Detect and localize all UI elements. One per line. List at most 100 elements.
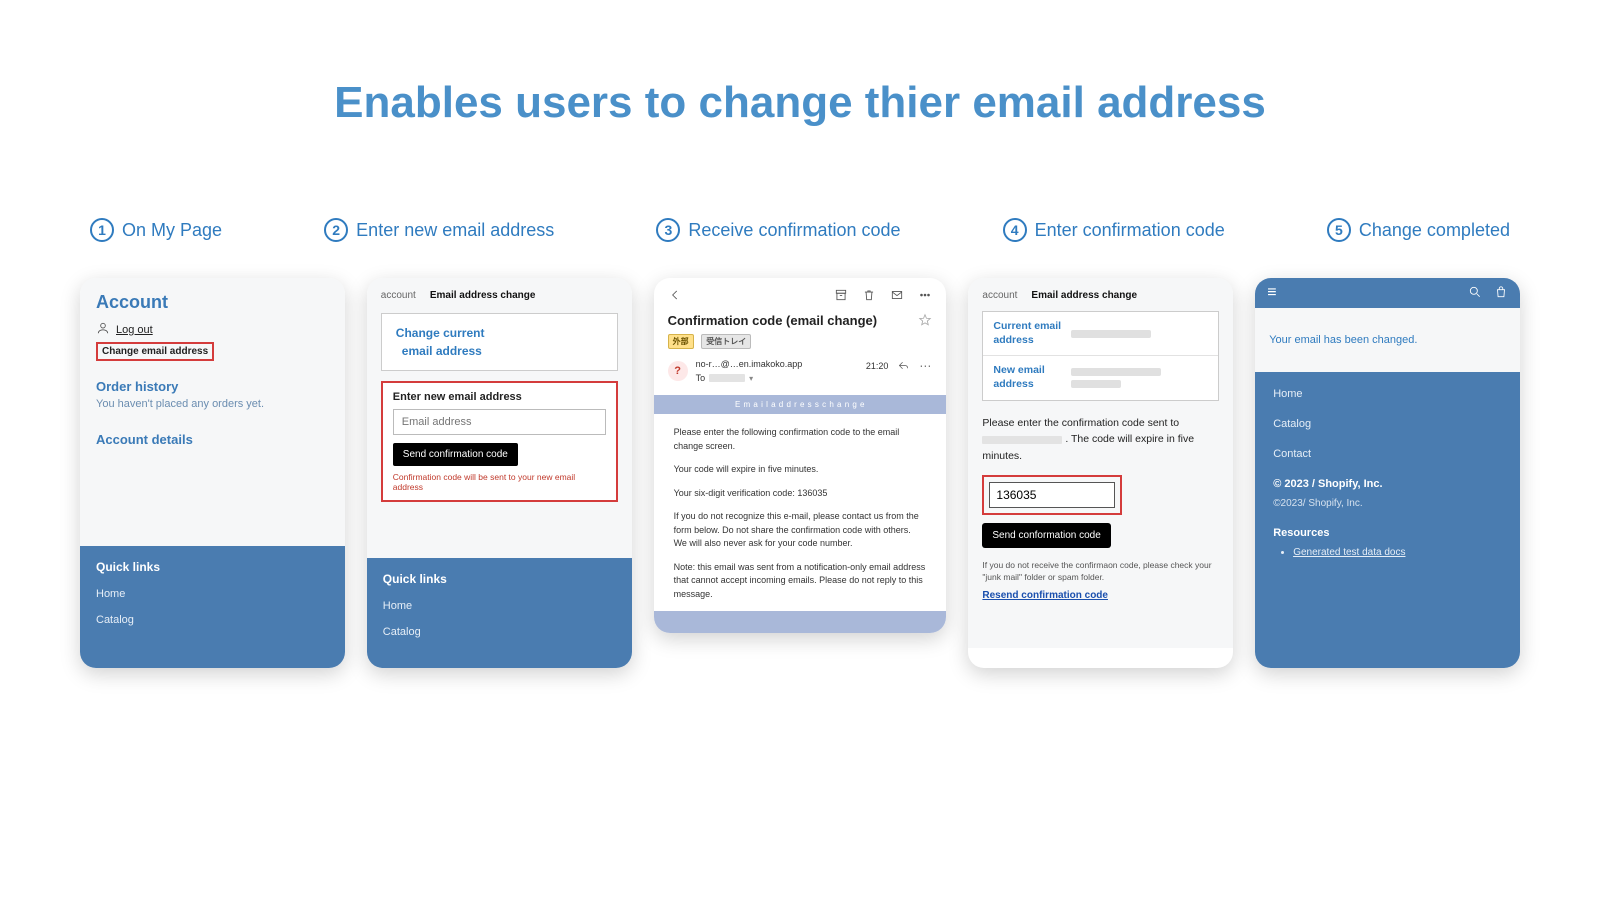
enter-email-note: Confirmation code will be sent to your n…: [393, 472, 606, 492]
steps-row: 1 On My Page 2 Enter new email address 3 Re…: [0, 218, 1600, 242]
footer-contact-link[interactable]: Contact: [1273, 448, 1502, 460]
email-subject: Confirmation code (email change): [668, 313, 877, 328]
user-icon: [96, 321, 110, 338]
enter-email-highlight: Enter new email address Send confirmatio…: [381, 381, 618, 502]
step-1: 1 On My Page: [90, 218, 222, 242]
account-details-heading: Account details: [96, 432, 329, 447]
quick-links-heading: Quick links: [96, 560, 329, 574]
step-3-num: 3: [656, 218, 680, 242]
sender-avatar: ?: [668, 361, 688, 381]
card-enter-email: account Email address change Change curre…: [367, 278, 632, 668]
card-completed: ≡ Your email has been changed. Home Cata…: [1255, 278, 1520, 668]
email-toolbar: [668, 288, 933, 305]
code-highlight: [982, 475, 1122, 515]
card-mypage: Account Log out Change email address Ord…: [80, 278, 345, 668]
change-l1: Change current: [396, 324, 603, 342]
email-fields-box: Current email address New email address: [982, 311, 1219, 401]
copyright-2: ©2023/ Shopify, Inc.: [1273, 498, 1502, 509]
quick-links-heading: Quick links: [383, 572, 616, 586]
search-icon[interactable]: [1468, 285, 1482, 302]
step-2: 2 Enter new email address: [324, 218, 554, 242]
account-heading: Account: [96, 292, 329, 313]
slide-title: Enables users to change thier email addr…: [0, 0, 1600, 128]
step-2-num: 2: [324, 218, 348, 242]
breadcrumb: account Email address change: [982, 290, 1219, 301]
crumb-account[interactable]: account: [381, 290, 416, 301]
email-p3: Your six-digit verification code: 136035: [674, 487, 927, 501]
step-4-num: 4: [1003, 218, 1027, 242]
step-1-label: On My Page: [122, 220, 222, 241]
resources-doc-link[interactable]: Generated test data docs: [1293, 547, 1405, 558]
archive-icon[interactable]: [834, 288, 848, 305]
card-enter-code: account Email address change Current emai…: [968, 278, 1233, 668]
step-3-label: Receive confirmation code: [688, 220, 900, 241]
email-p2: Your code will expire in five minutes.: [674, 463, 927, 477]
to-redacted: [709, 374, 745, 382]
new-email-label: New email address: [993, 364, 1071, 391]
new-email-redacted-1: [1071, 368, 1161, 376]
send-code-button[interactable]: Send conformation code: [982, 523, 1110, 548]
card-email-client: Confirmation code (email change) 外部 受信トレ…: [654, 278, 947, 633]
mail-icon[interactable]: [890, 288, 904, 305]
step-5: 5Change completed: [1327, 218, 1510, 242]
change-l2: email address: [396, 342, 603, 360]
change-email-link[interactable]: Change email address: [96, 342, 214, 361]
email-p1: Please enter the following confirmation …: [674, 426, 927, 453]
footer-home-link[interactable]: Home: [96, 588, 329, 600]
footer-home-link[interactable]: Home: [1273, 388, 1502, 400]
back-icon[interactable]: [668, 288, 682, 305]
footer-catalog-link[interactable]: Catalog: [383, 626, 616, 638]
email-p4: If you do not recognize this e-mail, ple…: [674, 510, 927, 551]
footer-catalog-link[interactable]: Catalog: [96, 614, 329, 626]
star-icon[interactable]: [918, 313, 932, 330]
step-4-label: Enter confirmation code: [1035, 220, 1225, 241]
crumb-current: Email address change: [1031, 290, 1137, 301]
copyright-1: © 2023 / Shopify, Inc.: [1273, 478, 1502, 490]
msg-a: Please enter the confirmation code sent …: [982, 417, 1179, 429]
msg-redacted: [982, 436, 1062, 444]
email-footer-bar: [654, 611, 947, 633]
crumb-current: Email address change: [430, 290, 536, 301]
logout-link[interactable]: Log out: [116, 324, 153, 336]
send-code-button[interactable]: Send confirmation code: [393, 443, 518, 466]
email-header-bar: E m a i l a d d r e s s c h a n g e: [654, 395, 947, 414]
footer-home-link[interactable]: Home: [383, 600, 616, 612]
footer-catalog-link[interactable]: Catalog: [1273, 418, 1502, 430]
code-instruction: Please enter the confirmation code sent …: [982, 415, 1219, 465]
step-1-num: 1: [90, 218, 114, 242]
step-5-num: 5: [1327, 218, 1351, 242]
footer: Quick links Home Catalog: [80, 546, 345, 668]
more-icon[interactable]: [918, 288, 932, 305]
current-email-label: Current email address: [993, 320, 1071, 347]
more-icon[interactable]: ⋯: [919, 359, 932, 373]
step-2-label: Enter new email address: [356, 220, 554, 241]
current-email-redacted: [1071, 330, 1151, 338]
cards-row: Account Log out Change email address Ord…: [0, 278, 1600, 668]
tag-external: 外部: [668, 334, 694, 349]
resources-heading: Resources: [1273, 527, 1502, 539]
change-current-box: Change current email address: [381, 313, 618, 371]
enter-email-label: Enter new email address: [393, 391, 606, 403]
to-label: To: [696, 373, 706, 383]
email-p5: Note: this email was sent from a notific…: [674, 561, 927, 602]
hamburger-icon[interactable]: ≡: [1267, 284, 1276, 302]
success-message: Your email has been changed.: [1255, 308, 1520, 372]
footer: Quick links Home Catalog: [367, 558, 632, 668]
step-3: 3 Receive confirmation code: [656, 218, 900, 242]
mobile-header: ≡: [1255, 278, 1520, 308]
breadcrumb: account Email address change: [381, 290, 618, 301]
tag-inbox: 受信トレイ: [701, 334, 751, 349]
bag-icon[interactable]: [1494, 285, 1508, 302]
email-from-row: ? no-r…@…en.imakoko.app 21:20 ⋯ To ▾: [668, 359, 933, 383]
email-input[interactable]: [393, 409, 606, 435]
order-history-heading: Order history: [96, 379, 329, 394]
code-input[interactable]: [989, 482, 1115, 508]
resend-link[interactable]: Resend confirmation code: [982, 590, 1108, 601]
order-none-text: You haven't placed any orders yet.: [96, 398, 329, 410]
trash-icon[interactable]: [862, 288, 876, 305]
reply-icon[interactable]: [898, 360, 909, 373]
email-body: Please enter the following confirmation …: [668, 414, 933, 611]
footer-body: Home Catalog Contact © 2023 / Shopify, I…: [1255, 372, 1520, 668]
crumb-account[interactable]: account: [982, 290, 1017, 301]
slide: Enables users to change thier email addr…: [0, 0, 1600, 900]
